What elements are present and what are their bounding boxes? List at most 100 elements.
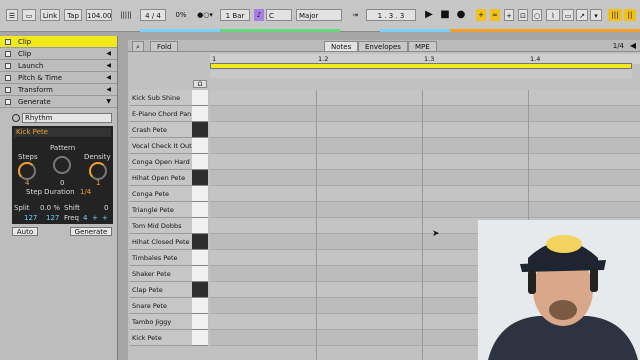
split-value[interactable]: 0.0 % xyxy=(40,204,60,212)
scene-color-strip xyxy=(220,29,340,32)
follow-icon[interactable]: ⇥ xyxy=(348,9,362,21)
grid-row[interactable] xyxy=(210,138,640,154)
song-position[interactable]: 1 . 3 . 3 xyxy=(366,9,416,21)
piano-key[interactable] xyxy=(192,266,208,282)
drum-pad-name[interactable]: Kick Pete xyxy=(130,330,192,346)
grid-row[interactable] xyxy=(210,186,640,202)
grid-row[interactable] xyxy=(210,90,640,106)
grid-row[interactable] xyxy=(210,170,640,186)
metronome-icon[interactable]: ●○▾ xyxy=(194,9,216,21)
drum-pad-name[interactable]: Conga Open Hard xyxy=(130,154,192,170)
steps-knob[interactable] xyxy=(18,162,36,180)
drum-pad-name[interactable]: Hihat Closed Pete xyxy=(130,234,192,250)
sidebar-item-launch[interactable]: Launch ◀ xyxy=(0,60,117,72)
stop-icon[interactable]: ■ xyxy=(440,9,450,21)
velocity-high-value[interactable]: 127 xyxy=(46,214,59,222)
zoom-icon[interactable]: ⌕ xyxy=(132,41,144,52)
scale-select[interactable]: Major xyxy=(296,9,342,21)
grid-row[interactable] xyxy=(210,106,640,122)
piano-key[interactable] xyxy=(192,122,208,138)
capture-icon[interactable]: ○ xyxy=(532,9,542,21)
generate-button[interactable]: Generate xyxy=(70,227,112,236)
drum-pad-name[interactable]: Crash Pete xyxy=(130,122,192,138)
screen-icon[interactable]: ▭ xyxy=(562,9,574,21)
drum-pad-name[interactable]: Vocal Check It Out xyxy=(130,138,192,154)
auto-button[interactable]: Auto xyxy=(12,227,38,236)
drum-pad-name[interactable]: Kick Sub Shine xyxy=(130,90,192,106)
power-icon[interactable] xyxy=(12,114,20,122)
drum-pad-name[interactable]: E-Piano Chord Pan xyxy=(130,106,192,122)
tab-notes[interactable]: Notes xyxy=(324,41,359,52)
midi-icon[interactable]: ▾ xyxy=(590,9,602,21)
drum-pad-name[interactable]: Conga Pete xyxy=(130,186,192,202)
drum-pad-name[interactable]: Tambo Jiggy xyxy=(130,314,192,330)
plus-icon[interactable]: + xyxy=(102,214,108,222)
quantize-select[interactable]: 1 Bar xyxy=(220,9,250,21)
play-icon[interactable]: ▶ xyxy=(424,9,434,21)
piano-key[interactable] xyxy=(192,170,208,186)
shift-value[interactable]: 0 xyxy=(104,204,108,212)
density-knob[interactable] xyxy=(89,162,107,180)
time-signature[interactable]: 4 / 4 xyxy=(140,9,166,21)
piano-key[interactable] xyxy=(192,330,208,346)
piano-key[interactable] xyxy=(192,90,208,106)
tempo-field[interactable]: 104.00 xyxy=(86,9,112,21)
drum-pad-name[interactable]: Snare Pete xyxy=(130,298,192,314)
grid-row[interactable] xyxy=(210,154,640,170)
generator-select[interactable]: Rhythm xyxy=(22,113,112,123)
menu-icon[interactable]: ☰ xyxy=(6,9,18,21)
piano-key[interactable] xyxy=(192,106,208,122)
drum-pad-name[interactable]: Tom Mid Dobbs xyxy=(130,218,192,234)
target-select[interactable]: Kick Pete xyxy=(14,128,111,137)
piano-key[interactable] xyxy=(192,138,208,154)
record-icon[interactable]: ● xyxy=(456,9,466,21)
drum-pad-name[interactable]: Hihat Open Pete xyxy=(130,170,192,186)
add-icon[interactable]: + xyxy=(476,9,486,21)
piano-key[interactable] xyxy=(192,314,208,330)
grid-row[interactable] xyxy=(210,122,640,138)
sidebar-item-clip[interactable]: Clip ◀ xyxy=(0,48,117,60)
scale-toggle-icon[interactable]: ♪ xyxy=(254,9,264,21)
tab-mpe[interactable]: MPE xyxy=(408,41,437,52)
piano-key[interactable] xyxy=(192,234,208,250)
tab-envelopes[interactable]: Envelopes xyxy=(358,41,408,52)
collapse-arrow-icon[interactable]: ◀ xyxy=(630,41,636,50)
arrange-icon[interactable]: ↗ xyxy=(576,9,588,21)
preview-headphones-icon[interactable]: Ω xyxy=(193,80,207,88)
tap-button[interactable]: Tap xyxy=(64,9,82,21)
overview-icon[interactable]: ▭ xyxy=(22,9,36,21)
grid-row[interactable] xyxy=(210,202,640,218)
sidebar-item-pitch-time[interactable]: Pitch & Time ◀ xyxy=(0,72,117,84)
sidebar-item-transform[interactable]: Transform ◀ xyxy=(0,84,117,96)
automation-icon[interactable]: ⌇ xyxy=(546,9,560,21)
draw-mode-icon[interactable]: ∞ xyxy=(490,9,500,21)
piano-key[interactable] xyxy=(192,218,208,234)
piano-key[interactable] xyxy=(192,282,208,298)
pattern-knob[interactable] xyxy=(53,156,71,174)
step-duration-value[interactable]: 1/4 xyxy=(80,188,91,196)
bars-icon: || xyxy=(624,9,636,21)
drum-pad-name[interactable]: Timbales Pete xyxy=(130,250,192,266)
key-select[interactable]: C xyxy=(266,9,292,21)
editor-tabs: ⌕ Fold Notes Envelopes MPE 1/4 ◀ xyxy=(128,40,640,52)
piano-key[interactable] xyxy=(192,298,208,314)
velocity-low-value[interactable]: 127 xyxy=(24,214,37,222)
piano-key[interactable] xyxy=(192,186,208,202)
sidebar-item-generate[interactable]: Generate ▼ xyxy=(0,96,117,108)
loop-icon[interactable]: ⊡ xyxy=(518,9,528,21)
drum-pad-name[interactable]: Clap Pete xyxy=(130,282,192,298)
piano-key[interactable] xyxy=(192,250,208,266)
square-icon xyxy=(5,87,11,93)
start-end-markers[interactable] xyxy=(210,70,632,78)
piano-key[interactable] xyxy=(192,202,208,218)
drum-pad-name[interactable]: Shaker Pete xyxy=(130,266,192,282)
plus-icon[interactable]: + xyxy=(92,214,98,222)
drum-pad-name[interactable]: Triangle Pete xyxy=(130,202,192,218)
freq-value[interactable]: 4 xyxy=(83,214,87,222)
piano-key[interactable] xyxy=(192,154,208,170)
sidebar-item-clip[interactable]: Clip xyxy=(0,36,117,48)
plus-icon[interactable]: + xyxy=(504,9,514,21)
link-button[interactable]: Link xyxy=(40,9,60,21)
fold-button[interactable]: Fold xyxy=(150,41,179,52)
loop-brace[interactable] xyxy=(210,63,632,69)
